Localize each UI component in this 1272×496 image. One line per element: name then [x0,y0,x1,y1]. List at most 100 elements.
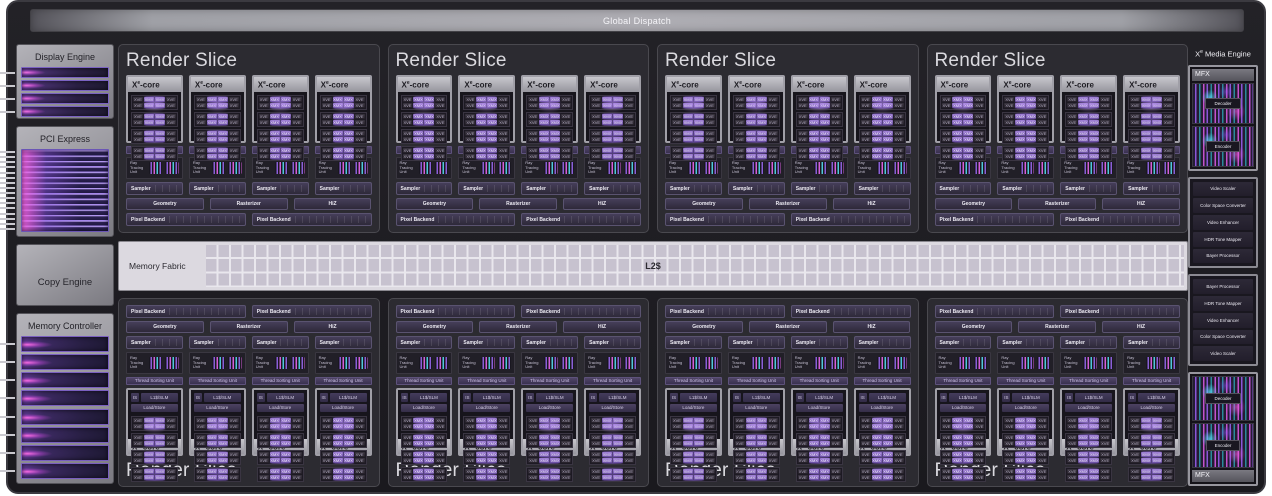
xve-cell: XVE [528,441,538,446]
vector-engine-row: XVEXMXXMXXVE [133,435,176,440]
sampler-label: Sampler [1124,186,1152,192]
xe-core: Xe-coreXVEXMXXMXXVEXVEXMXXMXXVEXVEXMXXMX… [396,75,453,143]
xve-cell: XVE [1067,469,1077,474]
sampler-unit: Sampler [252,336,309,349]
ray-tracing-unit-label: Ray Tracing Unit [858,161,874,175]
xe-core-column: Xe-coreXVEXMXXMXXVEXVEXMXXMXXVEXVEXMXXMX… [665,352,722,456]
xmx-cell: XMX [270,120,280,125]
sampler-label: Sampler [585,340,613,346]
xmx-cell: XMX [333,469,343,474]
xe-core: Xe-coreXVEXMXXMXXVEXVEXMXXMXXVEXVEXMXXMX… [189,388,246,456]
vector-engine-row: XVEXMXXMXXVE [798,452,841,457]
render-slice: Render SliceXe-coreXVEXMXXMXXVEXVEXMXXMX… [388,44,650,233]
xve-cell: XVE [672,469,682,474]
vector-engine-pair-group: XVEXMXXMXXVEXVEXMXXMXXVE [940,416,987,431]
xve-cell: XVE [465,148,475,153]
vector-engine-pair-group: XVEXMXXMXXVEXVEXMXXMXXVE [320,129,367,144]
xve-cell: XVE [1100,148,1110,153]
xe-core: Xe-coreXVEXMXXMXXVEXVEXMXXMXXVEXVEXMXXMX… [935,388,992,456]
vector-engine-row: XVEXMXXMXXVE [196,137,239,142]
vector-engine-row: XVEXMXXMXXVE [133,424,176,429]
vector-engine-pair-group: XVEXMXXMXXVEXVEXMXXMXXVE [859,146,906,161]
xmx-cell: XMX [757,458,767,463]
xmx-cell: XMX [155,103,165,108]
pixel-backend-ticks [564,216,637,223]
sampler-unit: Sampler [1123,182,1180,195]
vector-engine-row: XVEXMXXMXXVE [942,137,985,142]
xve-cell: XVE [705,424,715,429]
xve-cell: XVE [831,452,841,457]
xve-cell: XVE [1100,458,1110,463]
sampler-ticks [757,339,781,346]
xve-cell: XVE [1037,435,1047,440]
xmx-cell: XMX [1152,424,1162,429]
ray-tracing-unit-label: Ray Tracing Unit [939,161,955,175]
xmx-cell: XMX [820,97,830,102]
geometry-row: GeometryRasterizerHiZ [665,321,911,333]
vector-engine-row: XVEXMXXMXXVE [322,475,365,480]
xve-cell: XVE [259,469,269,474]
xve-cell: XVE [831,148,841,153]
xve-cell: XVE [705,452,715,457]
xmx-cell: XMX [613,154,623,159]
xmx-cell: XMX [487,154,497,159]
sampler-label: Sampler [936,340,964,346]
xve-cell: XVE [1037,452,1047,457]
vector-engine-row: XVEXMXXMXXVE [1067,452,1110,457]
xe-core-column: Xe-coreXVEXMXXMXXVEXVEXMXXMXXVEXVEXMXXMX… [854,352,911,456]
xmx-cell: XMX [1089,114,1099,119]
xve-cell: XVE [591,154,601,159]
xve-cell: XVE [292,458,302,463]
xve-cell: XVE [1130,131,1140,136]
vector-engine-pair-group: XVEXMXXMXXVEXVEXMXXMXXVE [194,146,241,161]
io-connector-stub [0,416,15,418]
xve-cell: XVE [196,469,206,474]
vector-engine-row: XVEXMXXMXXVE [735,148,778,153]
ray-tracing-unit-label: Ray Tracing Unit [588,356,604,370]
io-connector-stub [0,156,15,158]
sampler-label: Sampler [127,186,155,192]
xmx-cell: XMX [424,435,434,440]
xe-core-title: Xe-core [523,77,576,92]
xe-cores-row: Xe-coreXVEXMXXMXXVEXVEXMXXMXXVEXVEXMXXMX… [126,75,372,179]
xmx-cell: XMX [746,435,756,440]
xve-cell: XVE [1037,120,1047,125]
vector-engine-row: XVEXMXXMXXVE [735,452,778,457]
ray-tracing-unit-label: Ray Tracing Unit [669,161,685,175]
sampler-unit: Sampler [521,336,578,349]
rasterizer-unit: Rasterizer [210,321,288,333]
xmx-cell: XMX [963,475,973,480]
vector-engine-row: XVEXMXXMXXVE [133,137,176,142]
vector-engine-grid: XVEXMXXMXXVEXVEXMXXMXXVEXVEXMXXMXXVEXVEX… [937,92,990,118]
xmx-cell: XMX [487,120,497,125]
pixel-backend-unit: Pixel Backend [935,305,1055,318]
xve-cell: XVE [768,452,778,457]
xve-cell: XVE [1067,131,1077,136]
xve-cell: XVE [1004,148,1014,153]
render-slice: Render SliceXe-coreXVEXMXXMXXVEXVEXMXXMX… [118,298,380,487]
vector-engine-pair-group: XVEXMXXMXXVEXVEXMXXMXXVE [1065,146,1112,161]
vector-engine-row: XVEXMXXMXXVE [735,114,778,119]
xmx-cell: XMX [746,418,756,423]
vector-engine-row: XVEXMXXMXXVE [322,469,365,474]
xmx-cell: XMX [1152,469,1162,474]
xmx-cell: XMX [476,154,486,159]
vector-engine-pair-group: XVEXMXXMXXVEXVEXMXXMXXVE [1128,450,1175,465]
vector-engine-row: XVEXMXXMXXVE [403,114,446,119]
vector-engine-row: XVEXMXXMXXVE [1067,97,1110,102]
xmx-cell: XMX [809,475,819,480]
vector-engine-row: XVEXMXXMXXVE [672,435,715,440]
vector-engine-pair-group: XVEXMXXMXXVEXVEXMXXMXXVE [670,433,717,448]
pci-express-block: PCI Express [16,126,114,237]
render-slice: Render SliceXe-coreXVEXMXXMXXVEXVEXMXXMX… [657,44,919,233]
xve-cell: XVE [1067,154,1077,159]
vector-engine-pair-group: XVEXMXXMXXVEXVEXMXXMXXVE [859,416,906,431]
xmx-cell: XMX [872,452,882,457]
xmx-cell: XMX [1089,148,1099,153]
vector-engine-pair-group: XVEXMXXMXXVEXVEXMXXMXXVE [733,467,780,482]
vector-engine-row: XVEXMXXMXXVE [672,441,715,446]
xmx-cell: XMX [613,137,623,142]
ray-tracing-pattern [1083,162,1096,174]
xve-cell: XVE [1163,103,1173,108]
xmx-cell: XMX [270,475,280,480]
